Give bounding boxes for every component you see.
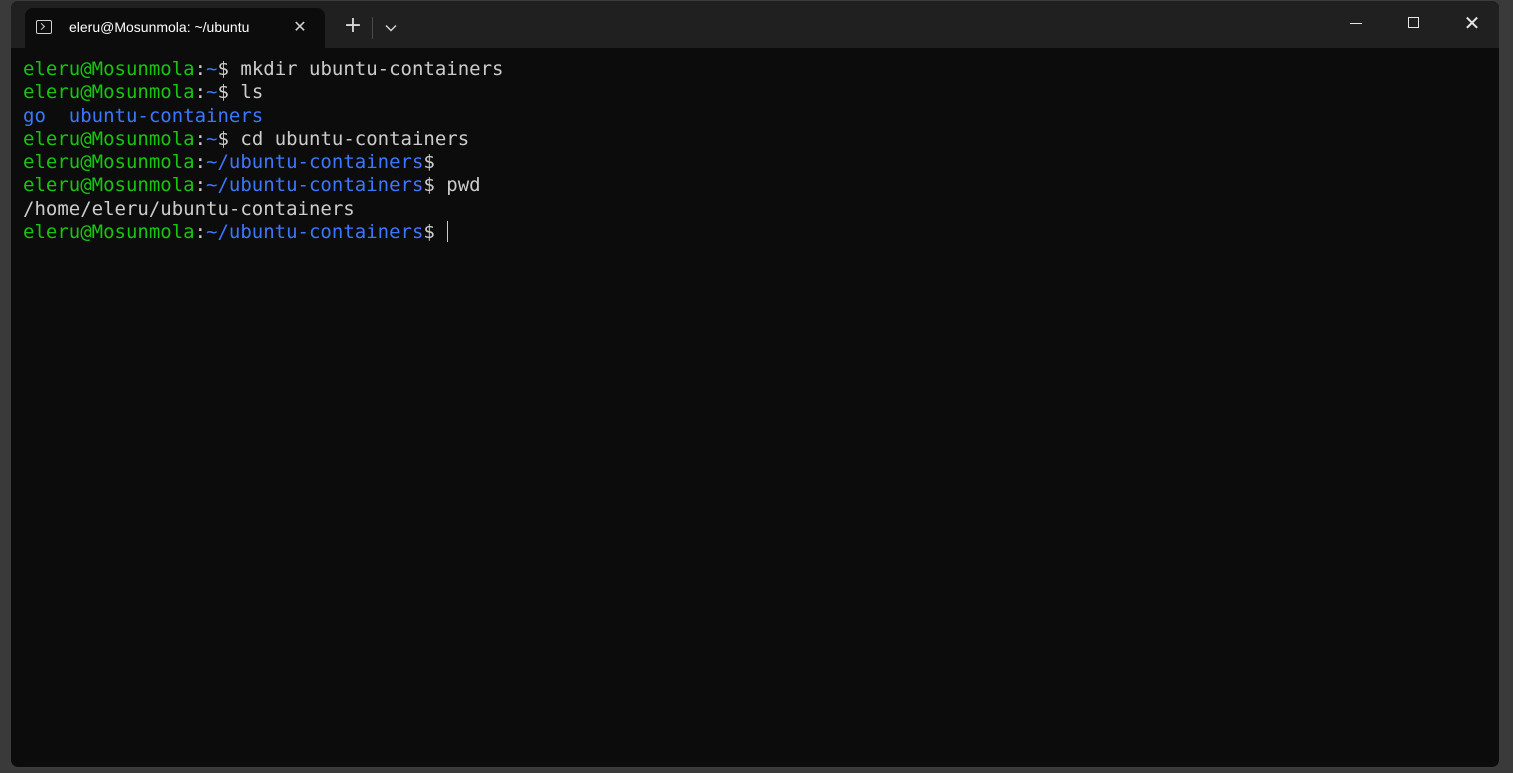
prompt-symbol: $ (423, 174, 435, 197)
tab-divider (372, 17, 373, 39)
terminal-line: eleru@Mosunmola:~/ubuntu-containers$ (23, 221, 1499, 244)
terminal-line: go ubuntu-containers (23, 105, 1499, 128)
command-text: pwd (434, 174, 481, 197)
prompt-user: eleru@Mosunmola (23, 81, 195, 104)
terminal-line: eleru@Mosunmola:~$ ls (23, 81, 1499, 104)
prompt-separator: : (194, 221, 207, 244)
command-text: mkdir ubuntu-containers (228, 58, 504, 80)
terminal-line: eleru@Mosunmola:~$ mkdir ubuntu-containe… (23, 58, 1499, 81)
minimize-button[interactable] (1327, 1, 1385, 45)
text-cursor (446, 221, 448, 243)
chevron-down-icon (385, 25, 397, 32)
prompt-symbol: $ (217, 58, 229, 80)
prompt-separator: : (194, 127, 207, 150)
terminal-line: eleru@Mosunmola:~/ubuntu-containers$ pwd (23, 174, 1499, 197)
prompt-user: eleru@Mosunmola (23, 127, 195, 150)
terminal-line: eleru@Mosunmola:~/ubuntu-containers$ (23, 151, 1499, 174)
terminal-icon (36, 20, 52, 34)
prompt-separator: : (194, 81, 207, 104)
prompt-path: ~ (206, 58, 218, 80)
prompt-separator: : (194, 58, 207, 80)
prompt-separator: : (194, 174, 207, 197)
terminal-output[interactable]: eleru@Mosunmola:~$ mkdir ubuntu-containe… (23, 58, 1499, 767)
prompt-path: ~ (206, 127, 218, 150)
command-text: cd ubuntu-containers (228, 127, 470, 150)
prompt-path: ~/ubuntu-containers (206, 151, 424, 174)
prompt-symbol: $ (423, 221, 435, 244)
title-bar: eleru@Mosunmola: ~/ubuntu ✕ + ✕ (11, 1, 1499, 48)
prompt-path: ~/ubuntu-containers (206, 174, 424, 197)
terminal-tab[interactable]: eleru@Mosunmola: ~/ubuntu ✕ (25, 8, 325, 48)
command-text: ls (228, 81, 264, 104)
prompt-symbol: $ (423, 151, 435, 174)
command-output: go ubuntu-containers (23, 104, 264, 127)
prompt-user: eleru@Mosunmola (23, 221, 195, 244)
prompt-separator: : (194, 151, 207, 174)
terminal-line: /home/eleru/ubuntu-containers (23, 198, 1499, 221)
prompt-symbol: $ (217, 81, 229, 104)
new-tab-button[interactable]: + (339, 13, 367, 41)
tab-dropdown-button[interactable] (377, 13, 405, 41)
terminal-window: eleru@Mosunmola: ~/ubuntu ✕ + ✕ eleru@Mo… (10, 0, 1500, 768)
tab-title: eleru@Mosunmola: ~/ubuntu (69, 19, 250, 35)
minimize-icon (1350, 23, 1362, 24)
terminal-line: eleru@Mosunmola:~$ cd ubuntu-containers (23, 128, 1499, 151)
prompt-user: eleru@Mosunmola (23, 151, 195, 174)
command-output: /home/eleru/ubuntu-containers (23, 197, 355, 220)
close-window-button[interactable]: ✕ (1443, 1, 1499, 45)
prompt-user: eleru@Mosunmola (23, 58, 195, 80)
maximize-button[interactable] (1385, 1, 1443, 45)
close-icon: ✕ (1463, 11, 1481, 35)
prompt-symbol: $ (217, 127, 229, 150)
prompt-path: ~/ubuntu-containers (206, 221, 424, 244)
prompt-user: eleru@Mosunmola (23, 174, 195, 197)
prompt-path: ~ (206, 81, 218, 104)
tab-close-icon[interactable]: ✕ (287, 14, 313, 40)
maximize-icon (1408, 17, 1419, 28)
